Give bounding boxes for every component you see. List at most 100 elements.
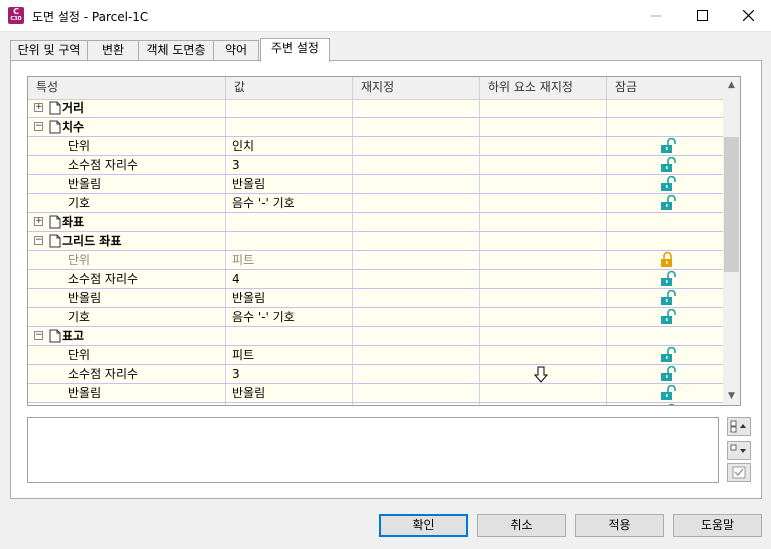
civil3d-app-icon: C C3D (8, 7, 24, 24)
lock-open-icon[interactable] (660, 366, 676, 382)
lock-open-icon[interactable] (660, 309, 676, 325)
cancel-button[interactable]: 취소 (477, 514, 566, 537)
tab-units-zone[interactable]: 단위 및 구역 (10, 40, 88, 61)
override-cell (353, 365, 480, 383)
mouse-cursor-icon (534, 366, 548, 383)
property-row[interactable]: 반올림 반올림 (28, 384, 723, 403)
column-header-override[interactable]: 재지정 (353, 77, 480, 99)
property-row[interactable]: 단위 피트 (28, 346, 723, 365)
property-value[interactable]: 3 (226, 156, 353, 174)
override-cell (353, 403, 480, 405)
property-value[interactable]: 피트 (226, 251, 353, 269)
column-header-property[interactable]: 특성 (28, 77, 226, 99)
vertical-scrollbar[interactable]: ▲ ▼ (723, 77, 740, 405)
column-header-lock[interactable]: 잠금 (607, 77, 723, 99)
category-row[interactable]: + 거리 (28, 99, 723, 118)
lock-open-icon[interactable] (660, 176, 676, 192)
property-row[interactable]: 단위 피트 (28, 251, 723, 270)
lock-open-icon[interactable] (660, 271, 676, 287)
lock-open-icon[interactable] (660, 195, 676, 211)
child-override-cell (480, 403, 607, 405)
column-header-value[interactable]: 값 (226, 77, 353, 99)
collapse-icon[interactable]: − (34, 236, 43, 245)
document-icon (49, 215, 61, 229)
property-label: 반올림 (28, 289, 226, 307)
property-row[interactable]: 반올림 반올림 (28, 175, 723, 194)
document-icon (49, 120, 61, 134)
lock-open-icon[interactable] (660, 138, 676, 154)
ok-button[interactable]: 확인 (379, 514, 468, 537)
tab-object-layers[interactable]: 객체 도면층 (138, 40, 214, 61)
lock-closed-icon[interactable] (660, 252, 676, 268)
lock-open-icon[interactable] (660, 347, 676, 363)
document-icon (49, 101, 61, 115)
scrollbar-thumb[interactable] (724, 137, 739, 272)
property-value[interactable]: 4 (226, 270, 353, 288)
lock-cell (607, 118, 723, 136)
override-cell (353, 213, 480, 231)
override-cell (353, 175, 480, 193)
lock-open-icon[interactable] (660, 404, 676, 406)
override-cell (353, 118, 480, 136)
property-value[interactable]: 피트 (226, 346, 353, 364)
apply-button[interactable]: 적용 (575, 514, 664, 537)
child-override-cell (480, 118, 607, 136)
property-value[interactable]: 음수 '-' 기호 (226, 308, 353, 326)
override-cell (353, 270, 480, 288)
scroll-down-icon[interactable]: ▼ (723, 388, 740, 405)
window-title: 도면 설정 - Parcel-1C (32, 10, 149, 24)
column-header-child-override[interactable]: 하위 요소 재지정 (480, 77, 607, 99)
property-value[interactable]: 반올림 (226, 175, 353, 193)
property-value[interactable]: 3 (226, 365, 353, 383)
maximize-button[interactable] (679, 0, 725, 31)
property-row[interactable]: 기호 음수 '-' 기호 (28, 308, 723, 327)
property-row[interactable]: 반올림 반올림 (28, 289, 723, 308)
minimize-button[interactable] (633, 0, 679, 31)
close-button[interactable] (725, 0, 771, 31)
value-cell (226, 213, 353, 231)
tab-ambient-settings[interactable]: 주변 설정 (260, 38, 330, 62)
property-row[interactable]: 소수점 자리수 3 (28, 156, 723, 175)
child-override-cell (480, 175, 607, 193)
category-row[interactable]: + 좌표 (28, 213, 723, 232)
tab-abbreviations[interactable]: 약어 (213, 40, 259, 61)
property-value[interactable]: 음수 '-' 기호 (226, 194, 353, 212)
child-override-cell (480, 251, 607, 269)
override-cell (353, 194, 480, 212)
property-row[interactable]: 소수점 자리수 4 (28, 270, 723, 289)
property-value[interactable]: 반올림 (226, 384, 353, 402)
collapse-all-icon (730, 444, 746, 453)
help-button[interactable]: 도움말 (673, 514, 762, 537)
lock-open-icon[interactable] (660, 157, 676, 173)
expand-icon[interactable]: + (34, 217, 43, 226)
property-value[interactable]: 반올림 (226, 289, 353, 307)
property-label: 기호 (28, 194, 226, 212)
collapse-all-button[interactable] (727, 441, 751, 460)
category-row[interactable]: − 그리드 좌표 (28, 232, 723, 251)
override-cell (353, 99, 480, 117)
property-row[interactable]: 소수점 자리수 3 (28, 365, 723, 384)
property-label: 소수점 자리수 (28, 365, 226, 383)
category-row[interactable]: − 치수 (28, 118, 723, 137)
property-row[interactable]: 단위 인치 (28, 137, 723, 156)
category-row[interactable]: − 표고 (28, 327, 723, 346)
collapse-icon[interactable]: − (34, 331, 43, 340)
check-button[interactable] (727, 463, 751, 482)
override-cell (353, 384, 480, 402)
expand-icon[interactable]: + (34, 103, 43, 112)
property-row[interactable] (28, 403, 723, 406)
property-label: 반올림 (28, 384, 226, 402)
property-value[interactable] (226, 403, 353, 405)
category-label: 그리드 좌표 (62, 232, 226, 250)
tab-transformation[interactable]: 변환 (87, 40, 139, 61)
property-value[interactable]: 인치 (226, 137, 353, 155)
property-row[interactable]: 기호 음수 '-' 기호 (28, 194, 723, 213)
collapse-icon[interactable]: − (34, 122, 43, 131)
category-label: 좌표 (62, 213, 226, 231)
expand-all-button[interactable] (727, 417, 751, 436)
lock-open-icon[interactable] (660, 290, 676, 306)
lock-open-icon[interactable] (660, 385, 676, 401)
override-cell (353, 251, 480, 269)
value-cell (226, 327, 353, 345)
scroll-up-icon[interactable]: ▲ (723, 77, 740, 94)
